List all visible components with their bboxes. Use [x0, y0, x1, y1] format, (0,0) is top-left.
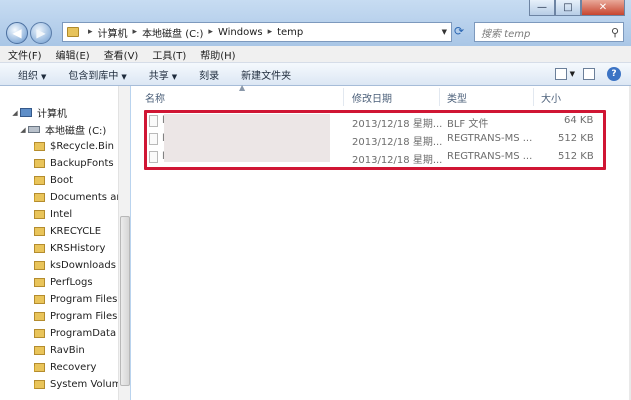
sort-ascending-icon: ▲ [239, 83, 246, 92]
chevron-right-icon[interactable]: ▸ [133, 27, 138, 37]
chevron-right-icon[interactable]: ▸ [268, 27, 273, 37]
forward-button[interactable]: ▶ [30, 22, 52, 44]
tree-item-label: 计算机 [37, 109, 67, 120]
menu-bar: 文件(F) 编辑(E) 查看(V) 工具(T) 帮助(H) [0, 46, 631, 63]
back-arrow-icon: ◀ [12, 26, 22, 40]
drive-icon [28, 126, 40, 133]
tree-item-label: KRECYCLE [50, 226, 102, 237]
organize-button[interactable]: 组织 ▼ [18, 67, 46, 82]
nav-scrollbar-thumb[interactable] [120, 216, 130, 386]
folder-icon [34, 227, 45, 236]
folder-icon [34, 261, 45, 270]
new-folder-button[interactable]: 新建文件夹 [241, 67, 291, 82]
help-icon[interactable]: ? [607, 67, 621, 81]
search-input[interactable]: 搜索 temp ⚲ [474, 22, 624, 42]
view-details-icon[interactable] [554, 68, 567, 80]
tree-item-computer[interactable]: ◢ 计算机 [10, 104, 128, 121]
search-icon[interactable]: ⚲ [611, 26, 619, 39]
tree-item-label: $Recycle.Bin [50, 141, 115, 152]
chevron-down-icon[interactable]: ▼ [570, 70, 575, 78]
tree-item-label: 本地磁盘 (C:) [45, 126, 107, 137]
tree-item-label: Program Files [50, 294, 118, 305]
close-button[interactable]: ✕ [581, 0, 625, 16]
tree-item-label: Program Files ( [50, 311, 125, 322]
locked-folder-icon [34, 193, 45, 202]
tree-item-label: ProgramData [50, 328, 117, 339]
tree-item-label: KRSHistory [50, 243, 106, 254]
address-bar[interactable]: ▸ 计算机 ▸ 本地磁盘 (C:) ▸ Windows ▸ temp ▼ [62, 22, 452, 42]
share-label: 共享 [148, 70, 169, 82]
include-in-library-button[interactable]: 包含到库中 ▼ [68, 67, 126, 82]
menu-tools[interactable]: 工具(T) [152, 47, 186, 62]
include-in-library-label: 包含到库中 [68, 70, 119, 82]
tree-item-label: Boot [50, 175, 74, 186]
breadcrumb-windows[interactable]: Windows [218, 27, 263, 38]
navigation-pane: ◢ 计算机 ◢ 本地磁盘 (C:) $Recycle.Bin BackupFon… [0, 86, 130, 400]
organize-label: 组织 [18, 70, 38, 82]
locked-folder-icon [34, 176, 45, 185]
locked-folder-icon [34, 380, 45, 389]
column-header-size[interactable]: 大小 [541, 86, 561, 108]
forward-arrow-icon: ▶ [36, 26, 46, 40]
column-divider[interactable] [343, 88, 344, 106]
folder-icon [34, 159, 45, 168]
burn-button[interactable]: 刻录 [199, 67, 219, 82]
menu-view[interactable]: 查看(V) [104, 47, 139, 62]
window-controls: — □ ✕ [529, 0, 625, 16]
chevron-right-icon[interactable]: ▸ [208, 27, 213, 37]
maximize-button[interactable]: □ [555, 0, 581, 16]
preview-pane-icon[interactable] [583, 68, 595, 80]
chevron-down-icon: ▼ [171, 72, 178, 81]
folder-icon [34, 210, 45, 219]
annotation-highlight-box [144, 110, 606, 170]
folder-icon [34, 329, 45, 338]
column-header-name[interactable]: 名称 [145, 86, 165, 108]
tree-item-label: RavBin [50, 345, 85, 356]
computer-icon [20, 108, 32, 117]
folder-icon [34, 278, 45, 287]
folder-icon [34, 295, 45, 304]
tree-item-label: Intel [50, 209, 73, 220]
view-controls: ▼ ? [547, 67, 621, 81]
breadcrumb-temp[interactable]: temp [277, 27, 303, 38]
search-placeholder: 搜索 temp [481, 28, 531, 40]
tree-item-label: Recovery [50, 362, 97, 373]
chevron-down-icon[interactable]: ▼ [442, 28, 447, 36]
refresh-icon[interactable]: ⟳ [454, 24, 470, 40]
folder-icon [34, 244, 45, 253]
tree-item-label: PerfLogs [50, 277, 93, 288]
breadcrumb-computer[interactable]: 计算机 [98, 25, 128, 40]
folder-icon [34, 312, 45, 321]
column-header-modified[interactable]: 修改日期 [352, 86, 392, 108]
chevron-down-icon: ▼ [121, 72, 127, 81]
column-divider[interactable] [533, 88, 534, 106]
menu-help[interactable]: 帮助(H) [200, 47, 235, 62]
title-bar: — □ ✕ ◀ ▶ ▸ 计算机 ▸ 本地磁盘 (C:) ▸ Windows ▸ … [0, 0, 631, 46]
back-button[interactable]: ◀ [6, 22, 28, 44]
share-button[interactable]: 共享 ▼ [149, 67, 177, 82]
chevron-right-icon[interactable]: ▸ [88, 27, 93, 37]
folder-icon [67, 27, 79, 37]
chevron-down-icon: ▼ [41, 72, 47, 81]
column-divider[interactable] [439, 88, 440, 106]
nav-scrollbar[interactable] [118, 86, 130, 400]
menu-file[interactable]: 文件(F) [8, 47, 42, 62]
folder-icon [34, 346, 45, 355]
locked-folder-icon [34, 363, 45, 372]
column-header-type[interactable]: 类型 [447, 86, 467, 108]
menu-edit[interactable]: 编辑(E) [56, 47, 90, 62]
command-bar: 组织 ▼ 包含到库中 ▼ 共享 ▼ 刻录 新建文件夹 ▼ ? [0, 63, 631, 86]
locked-folder-icon [34, 142, 45, 151]
breadcrumb-drive-c[interactable]: 本地磁盘 (C:) [142, 25, 203, 40]
tree-item-label: ksDownloads [50, 260, 116, 271]
expand-icon[interactable]: ◢ [10, 109, 20, 117]
expand-icon[interactable]: ◢ [18, 126, 28, 134]
minimize-button[interactable]: — [529, 0, 555, 16]
tree-item-label: BackupFonts [50, 158, 114, 169]
tree-item-label: System Volume [50, 379, 128, 390]
